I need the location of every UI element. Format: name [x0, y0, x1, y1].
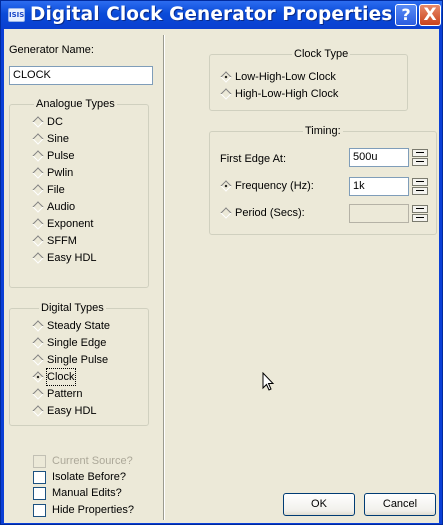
checkbox-box [33, 504, 46, 517]
title-bar[interactable]: ISIS Digital Clock Generator Properties … [1, 1, 442, 29]
spin-down-icon[interactable] [412, 158, 428, 166]
radio-label: File [47, 184, 65, 196]
radio-label: Easy HDL [47, 252, 97, 264]
radio-label: Pwlin [47, 167, 74, 179]
radio-label: Pulse [47, 150, 75, 162]
checkbox-label: Isolate Before? [52, 471, 126, 483]
radio-label: Single Edge [47, 337, 107, 349]
generator-name-input[interactable]: CLOCK [9, 66, 153, 85]
checkbox-label: Current Source? [52, 455, 133, 467]
spin-up-icon[interactable] [412, 149, 428, 157]
frequency-spinner[interactable] [412, 178, 428, 195]
vertical-divider [163, 35, 165, 520]
radio-label: Frequency (Hz): [235, 180, 314, 192]
close-button[interactable]: X [419, 4, 441, 26]
spin-up-icon[interactable] [412, 178, 428, 186]
radio-label: Clock [46, 368, 76, 386]
period-input [349, 204, 409, 223]
checkbox-box [33, 455, 46, 468]
radio-label: SFFM [47, 235, 77, 247]
checkbox-box [33, 471, 46, 484]
radio-label: High-Low-High Clock [235, 88, 339, 100]
cancel-button[interactable]: Cancel [364, 493, 436, 516]
isis-app-icon: ISIS [8, 8, 25, 22]
radio-label: Easy HDL [47, 405, 97, 417]
first-edge-input[interactable]: 500u [349, 148, 409, 167]
checkbox-label: Hide Properties? [52, 504, 134, 516]
radio-label: Low-High-Low Clock [235, 71, 336, 83]
radio-label: Period (Secs): [235, 207, 305, 219]
dialog-client-area: Generator Name: CLOCK Analogue Types DC … [4, 29, 439, 523]
first-edge-spinner[interactable] [412, 149, 428, 166]
radio-label: Steady State [47, 320, 110, 332]
generator-name-label: Generator Name: [9, 44, 94, 56]
radio-label: DC [47, 116, 63, 128]
timing-title: Timing: [303, 125, 343, 138]
checkbox-label: Manual Edits? [52, 487, 122, 499]
mouse-cursor-icon [262, 372, 275, 391]
frequency-input[interactable]: 1k [349, 177, 409, 196]
dialog-window: ISIS Digital Clock Generator Properties … [0, 0, 443, 525]
first-edge-label: First Edge At: [220, 153, 287, 165]
clock-type-title: Clock Type [292, 48, 351, 61]
analogue-types-title: Analogue Types [34, 98, 117, 111]
spin-down-icon[interactable] [412, 187, 428, 195]
spin-up-icon [412, 205, 428, 213]
radio-label: Single Pulse [47, 354, 109, 366]
digital-types-title: Digital Types [39, 302, 106, 315]
window-title: Digital Clock Generator Properties [30, 4, 393, 25]
radio-label: Sine [47, 133, 70, 145]
checkbox-box [33, 487, 46, 500]
radio-label: Pattern [47, 388, 83, 400]
period-spinner [412, 205, 428, 222]
radio-label: Exponent [47, 218, 94, 230]
help-button[interactable]: ? [395, 4, 417, 26]
ok-button[interactable]: OK [283, 493, 355, 516]
spin-down-icon [412, 214, 428, 222]
radio-label: Audio [47, 201, 76, 213]
